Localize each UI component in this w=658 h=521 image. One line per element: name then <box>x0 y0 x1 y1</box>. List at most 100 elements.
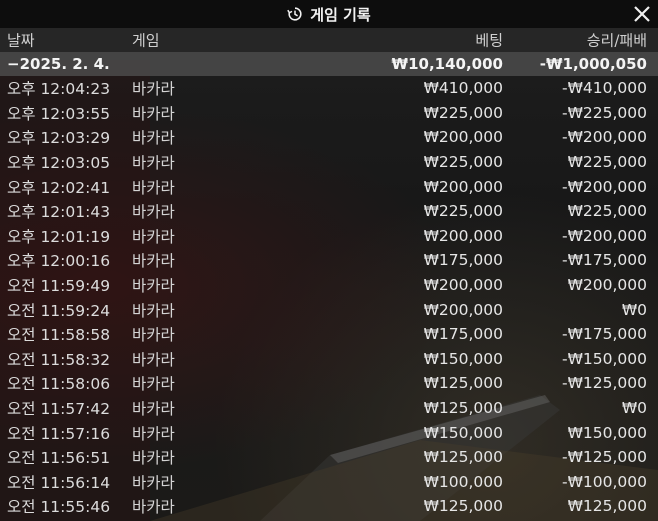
history-row[interactable]: 오전 11:56:51 바카라 ₩125,000 -₩125,000 <box>0 445 658 470</box>
column-header: 날짜 게임 베팅 승리/패배 <box>0 28 658 52</box>
row-win-loss: ₩0 <box>621 399 647 418</box>
row-time: 오전 11:58:06 <box>7 375 111 394</box>
close-button[interactable] <box>632 4 652 24</box>
history-row[interactable]: 오전 11:58:58 바카라 ₩175,000 -₩175,000 <box>0 322 658 347</box>
row-time: 오후 12:01:19 <box>7 227 111 246</box>
row-time: 오후 12:03:55 <box>7 104 111 123</box>
row-game: 바카라 <box>132 375 175 394</box>
date-group-row[interactable]: −2025. 2. 4. ₩10,140,000 -₩1,000,050 <box>0 52 658 76</box>
row-win-loss: -₩225,000 <box>561 103 647 122</box>
column-bet: 베팅 <box>475 31 503 50</box>
row-game: 바카라 <box>132 203 175 222</box>
row-bet: ₩225,000 <box>423 153 503 172</box>
history-row[interactable]: 오후 12:01:43 바카라 ₩225,000 ₩225,000 <box>0 199 658 224</box>
row-time: 오전 11:59:24 <box>7 301 111 320</box>
row-win-loss: -₩175,000 <box>561 251 647 270</box>
row-bet: ₩125,000 <box>423 448 503 467</box>
row-time: 오전 11:58:58 <box>7 326 111 345</box>
row-game: 바카라 <box>132 252 175 271</box>
row-win-loss: -₩125,000 <box>561 374 647 393</box>
row-game: 바카라 <box>132 129 175 148</box>
row-win-loss: ₩125,000 <box>567 497 647 516</box>
row-time: 오전 11:59:49 <box>7 277 111 296</box>
row-bet: ₩125,000 <box>423 497 503 516</box>
group-date[interactable]: −2025. 2. 4. <box>7 55 110 73</box>
history-row[interactable]: 오후 12:01:19 바카라 ₩200,000 -₩200,000 <box>0 224 658 249</box>
row-win-loss: ₩200,000 <box>567 276 647 295</box>
row-bet: ₩200,000 <box>423 300 503 319</box>
row-bet: ₩100,000 <box>423 472 503 491</box>
row-win-loss: ₩150,000 <box>567 423 647 442</box>
row-time: 오전 11:56:14 <box>7 473 111 492</box>
game-history-panel: 게임 기록 날짜 게임 베팅 승리/패배 −2025. 2. 4. ₩10,14… <box>0 0 658 521</box>
row-time: 오전 11:58:32 <box>7 350 111 369</box>
column-date: 날짜 <box>7 31 35 50</box>
row-bet: ₩410,000 <box>423 79 503 98</box>
history-row[interactable]: 오후 12:00:16 바카라 ₩175,000 -₩175,000 <box>0 248 658 273</box>
history-row[interactable]: 오전 11:59:49 바카라 ₩200,000 ₩200,000 <box>0 273 658 298</box>
row-time: 오후 12:03:05 <box>7 154 111 173</box>
history-icon <box>287 6 303 22</box>
row-bet: ₩150,000 <box>423 349 503 368</box>
history-row[interactable]: 오전 11:58:06 바카라 ₩125,000 -₩125,000 <box>0 371 658 396</box>
row-bet: ₩200,000 <box>423 177 503 196</box>
close-icon[interactable] <box>632 4 652 24</box>
row-game: 바카라 <box>132 400 175 419</box>
row-win-loss: ₩225,000 <box>567 153 647 172</box>
row-bet: ₩200,000 <box>423 226 503 245</box>
row-bet: ₩125,000 <box>423 399 503 418</box>
row-win-loss: -₩175,000 <box>561 325 647 344</box>
row-time: 오후 12:01:43 <box>7 203 111 222</box>
column-game: 게임 <box>132 31 160 50</box>
row-bet: ₩200,000 <box>423 276 503 295</box>
title-bar: 게임 기록 <box>0 0 658 28</box>
row-game: 바카라 <box>132 350 175 369</box>
row-game: 바카라 <box>132 301 175 320</box>
history-row[interactable]: 오후 12:04:23 바카라 ₩410,000 -₩410,000 <box>0 76 658 101</box>
row-game: 바카라 <box>132 80 175 99</box>
history-row[interactable]: 오전 11:59:24 바카라 ₩200,000 ₩0 <box>0 297 658 322</box>
column-win-loss: 승리/패배 <box>586 31 647 50</box>
row-game: 바카라 <box>132 326 175 345</box>
group-total-bet: ₩10,140,000 <box>391 55 503 73</box>
row-time: 오전 11:55:46 <box>7 498 111 517</box>
row-game: 바카라 <box>132 424 175 443</box>
row-win-loss: ₩225,000 <box>567 202 647 221</box>
row-bet: ₩225,000 <box>423 202 503 221</box>
row-time: 오전 11:57:42 <box>7 400 111 419</box>
row-win-loss: -₩150,000 <box>561 349 647 368</box>
history-row[interactable]: 오전 11:58:32 바카라 ₩150,000 -₩150,000 <box>0 347 658 372</box>
row-win-loss: -₩100,000 <box>561 472 647 491</box>
history-row[interactable]: 오후 12:02:41 바카라 ₩200,000 -₩200,000 <box>0 174 658 199</box>
row-game: 바카라 <box>132 104 175 123</box>
row-time: 오후 12:02:41 <box>7 178 111 197</box>
row-game: 바카라 <box>132 473 175 492</box>
row-win-loss: ₩0 <box>621 300 647 319</box>
row-bet: ₩150,000 <box>423 423 503 442</box>
row-time: 오후 12:00:16 <box>7 252 111 271</box>
row-game: 바카라 <box>132 498 175 517</box>
row-game: 바카라 <box>132 154 175 173</box>
row-bet: ₩175,000 <box>423 325 503 344</box>
history-row[interactable]: 오후 12:03:05 바카라 ₩225,000 ₩225,000 <box>0 150 658 175</box>
history-row[interactable]: 오후 12:03:55 바카라 ₩225,000 -₩225,000 <box>0 101 658 126</box>
row-game: 바카라 <box>132 449 175 468</box>
history-row[interactable]: 오전 11:57:42 바카라 ₩125,000 ₩0 <box>0 396 658 421</box>
row-win-loss: -₩200,000 <box>561 177 647 196</box>
row-game: 바카라 <box>132 227 175 246</box>
row-win-loss: -₩200,000 <box>561 226 647 245</box>
group-total-win-loss: -₩1,000,050 <box>539 55 647 73</box>
row-bet: ₩175,000 <box>423 251 503 270</box>
row-bet: ₩125,000 <box>423 374 503 393</box>
history-row[interactable]: 오전 11:57:16 바카라 ₩150,000 ₩150,000 <box>0 420 658 445</box>
row-win-loss: -₩125,000 <box>561 448 647 467</box>
row-game: 바카라 <box>132 178 175 197</box>
row-time: 오후 12:03:29 <box>7 129 111 148</box>
title-group: 게임 기록 <box>287 4 371 25</box>
row-win-loss: -₩200,000 <box>561 128 647 147</box>
history-row[interactable]: 오후 12:03:29 바카라 ₩200,000 -₩200,000 <box>0 125 658 150</box>
row-game: 바카라 <box>132 277 175 296</box>
history-row[interactable]: 오전 11:56:14 바카라 ₩100,000 -₩100,000 <box>0 470 658 495</box>
history-row[interactable]: 오전 11:55:46 바카라 ₩125,000 ₩125,000 <box>0 494 658 519</box>
history-list: 오후 12:04:23 바카라 ₩410,000 -₩410,000 오후 12:03:… <box>0 76 658 519</box>
